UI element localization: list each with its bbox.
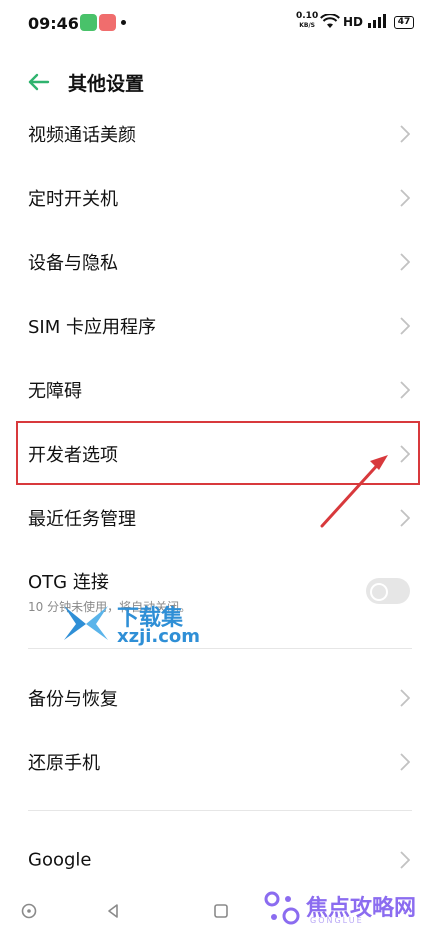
toggle-knob bbox=[370, 583, 388, 601]
setting-scheduled-power[interactable]: 定时开关机 bbox=[0, 166, 440, 230]
otg-toggle[interactable] bbox=[366, 578, 410, 604]
wifi-icon bbox=[320, 14, 340, 28]
more-notifications-icon bbox=[121, 20, 126, 25]
app-notification-icon bbox=[80, 14, 97, 31]
chevron-right-icon bbox=[400, 851, 410, 869]
chevron-right-icon bbox=[400, 689, 410, 707]
watermark-xzji: 下载集 xzji.com bbox=[62, 598, 202, 648]
divider bbox=[28, 810, 412, 811]
page-title: 其他设置 bbox=[68, 73, 145, 95]
hd-indicator: HD bbox=[343, 15, 364, 29]
setting-device-privacy[interactable]: 设备与隐私 bbox=[0, 230, 440, 294]
setting-label: 设备与隐私 bbox=[28, 253, 118, 274]
setting-video-call-beauty[interactable]: 视频通话美颜 bbox=[0, 102, 440, 166]
setting-label: SIM 卡应用程序 bbox=[28, 317, 156, 338]
setting-label: 最近任务管理 bbox=[28, 509, 136, 530]
setting-label: 备份与恢复 bbox=[28, 689, 118, 710]
setting-accessibility[interactable]: 无障碍 bbox=[0, 358, 440, 422]
setting-backup-restore[interactable]: 备份与恢复 bbox=[0, 666, 440, 730]
nav-back-icon[interactable] bbox=[104, 902, 122, 920]
app-notification-icon bbox=[99, 14, 116, 31]
setting-google[interactable]: Google bbox=[0, 828, 440, 892]
chevron-right-icon bbox=[400, 509, 410, 527]
setting-reset-phone[interactable]: 还原手机 bbox=[0, 730, 440, 794]
net-speed-value: 0.10 bbox=[296, 11, 319, 21]
chevron-right-icon bbox=[400, 753, 410, 771]
divider bbox=[28, 648, 412, 649]
xzji-logo-icon bbox=[64, 606, 108, 640]
back-arrow-icon[interactable] bbox=[26, 70, 50, 94]
battery-icon: 47 bbox=[394, 16, 414, 29]
setting-label: 定时开关机 bbox=[28, 189, 118, 210]
setting-label: 无障碍 bbox=[28, 381, 82, 402]
setting-label: 视频通话美颜 bbox=[28, 125, 136, 146]
highlight-box bbox=[16, 421, 420, 485]
chevron-right-icon bbox=[400, 317, 410, 335]
status-time: 09:46 bbox=[28, 14, 79, 33]
watermark-domain: xzji.com bbox=[117, 626, 201, 647]
jiaodian-logo-icon bbox=[264, 891, 300, 925]
setting-label: Google bbox=[28, 849, 92, 871]
status-bar: 09:46 0.10 KB/S HD 47 bbox=[0, 0, 440, 48]
net-speed-unit: KB/S bbox=[299, 22, 315, 29]
setting-sim-toolkit[interactable]: SIM 卡应用程序 bbox=[0, 294, 440, 358]
setting-label: 还原手机 bbox=[28, 753, 100, 774]
chevron-right-icon bbox=[400, 253, 410, 271]
setting-recent-tasks[interactable]: 最近任务管理 bbox=[0, 486, 440, 550]
signal-icon bbox=[368, 14, 386, 28]
chevron-right-icon bbox=[400, 381, 410, 399]
chevron-right-icon bbox=[400, 125, 410, 143]
chevron-right-icon bbox=[400, 189, 410, 207]
otg-label: OTG 连接 bbox=[28, 572, 109, 593]
watermark-subtitle: GONGLUE bbox=[310, 916, 364, 925]
nav-recents-icon[interactable] bbox=[212, 902, 230, 920]
nav-menu-icon[interactable] bbox=[20, 902, 38, 920]
net-speed-indicator: 0.10 KB/S bbox=[296, 12, 318, 30]
page-header: 其他设置 bbox=[0, 56, 440, 108]
watermark-jiaodian: 焦点攻略网 GONGLUE bbox=[264, 888, 440, 928]
